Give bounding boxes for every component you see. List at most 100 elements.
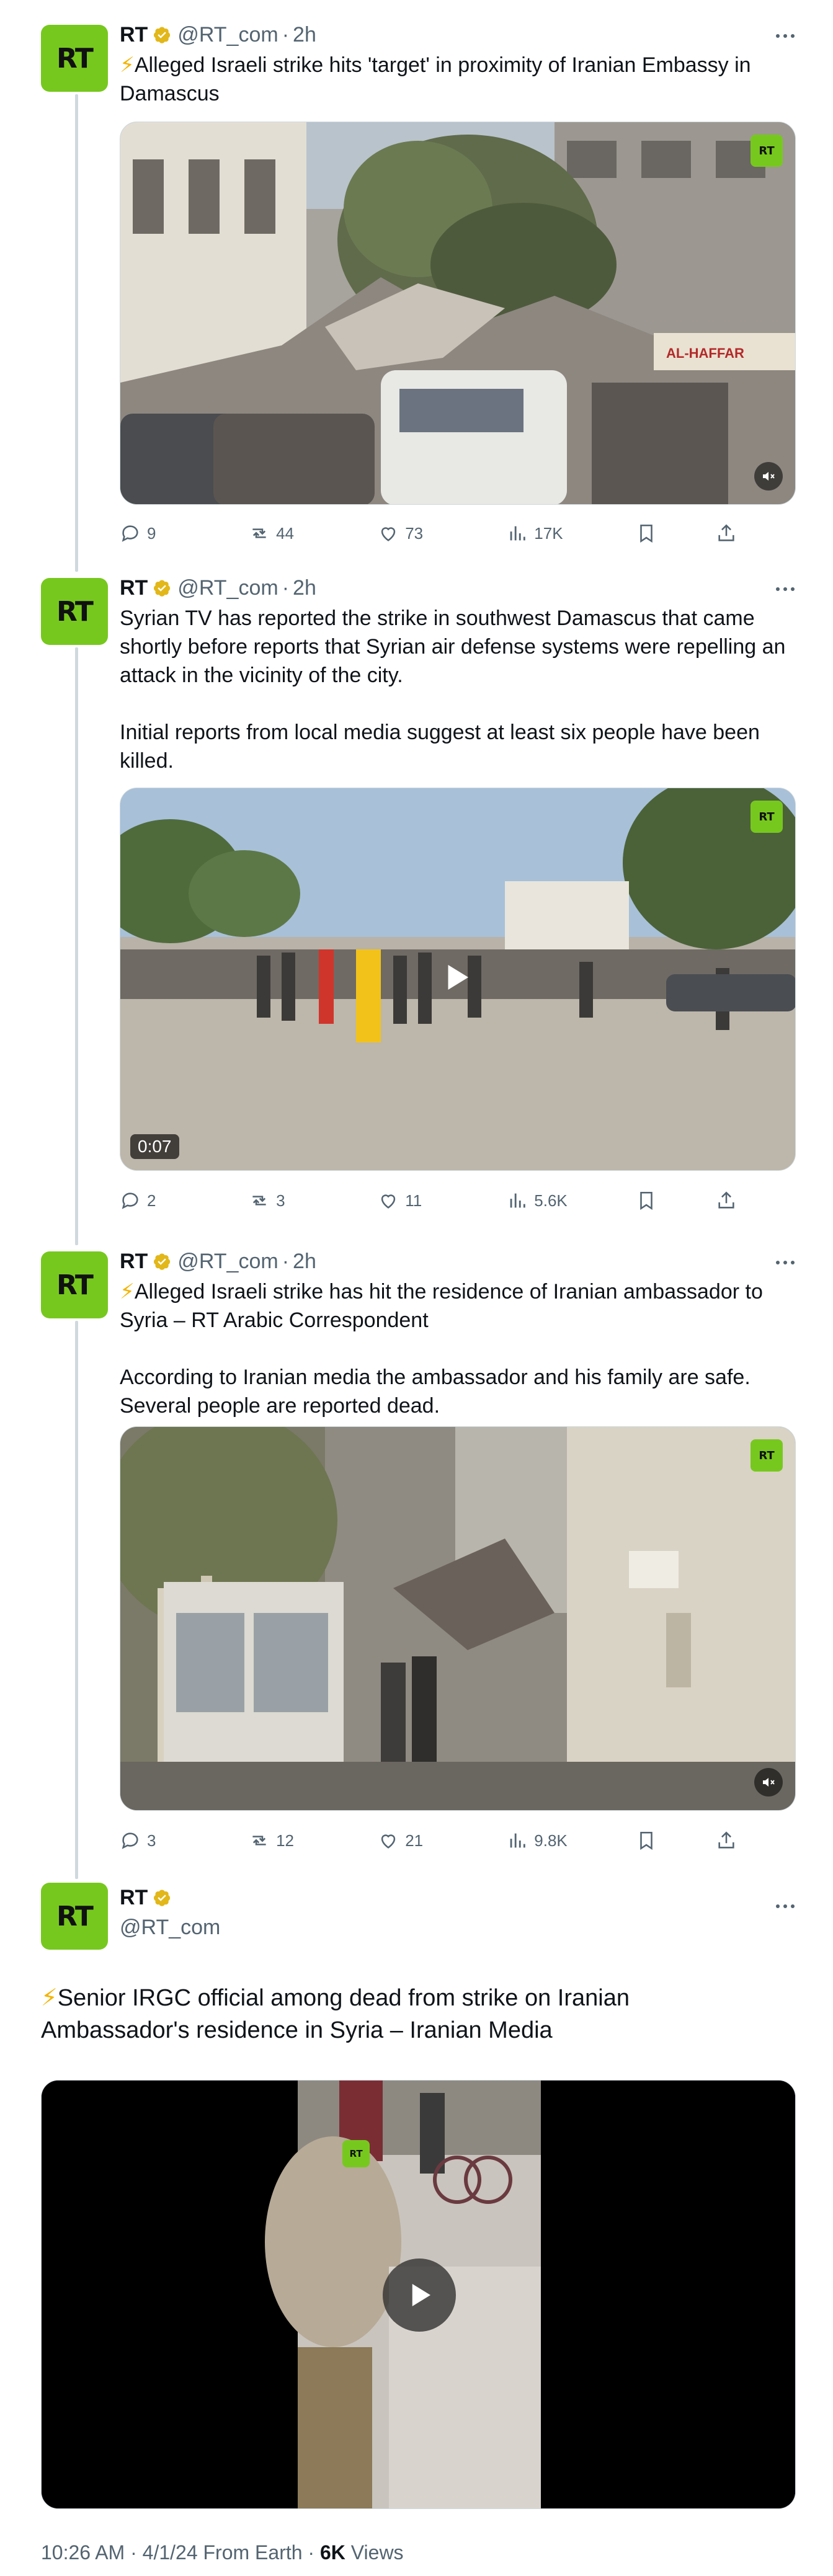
reply-button[interactable]: 9 bbox=[120, 523, 249, 544]
share-button[interactable] bbox=[716, 1830, 796, 1851]
bookmark-icon bbox=[640, 1831, 653, 1850]
like-button[interactable]: 73 bbox=[378, 523, 507, 544]
avatar[interactable]: RT bbox=[41, 1251, 108, 1318]
handle[interactable]: @RT_com bbox=[177, 23, 278, 47]
like-button[interactable]: 11 bbox=[378, 1190, 507, 1211]
rt-logo-icon: RT bbox=[751, 135, 783, 167]
like-count: 21 bbox=[405, 1831, 424, 1850]
view-count: 6K bbox=[319, 2541, 345, 2564]
tweet-image[interactable]: RT bbox=[120, 1426, 796, 1811]
views-label: Views bbox=[345, 2541, 404, 2564]
tweet-video[interactable]: RT bbox=[41, 2080, 796, 2509]
analytics-icon bbox=[510, 1193, 526, 1208]
views-button[interactable]: 5.6K bbox=[507, 1190, 636, 1211]
tweet[interactable]: RT RT @RT_com · 2h ⚡Alleged Israeli stri… bbox=[0, 1245, 833, 1884]
tweet-header: RT bbox=[120, 1883, 171, 1912]
tweet-text: ⚡Senior IRGC official among dead from st… bbox=[41, 1985, 635, 2043]
like-count: 11 bbox=[405, 1191, 422, 1210]
mute-icon[interactable] bbox=[754, 462, 783, 491]
handle[interactable]: @RT_com bbox=[177, 1250, 278, 1274]
tweet-text: ⚡Alleged Israeli strike hits 'target' in… bbox=[120, 53, 757, 105]
rt-logo-icon: RT bbox=[342, 2140, 370, 2167]
verified-badge-icon bbox=[154, 580, 171, 597]
avatar[interactable]: RT bbox=[41, 578, 108, 645]
repost-icon bbox=[252, 528, 266, 538]
analytics-icon bbox=[510, 526, 526, 541]
handle[interactable]: @RT_com bbox=[120, 1916, 220, 1940]
reply-icon bbox=[122, 1193, 138, 1209]
repost-button[interactable]: 44 bbox=[249, 523, 378, 544]
residence-damage-photo bbox=[120, 1427, 795, 1810]
timestamp[interactable]: 2h bbox=[293, 1250, 316, 1274]
rt-logo-icon: RT bbox=[751, 801, 783, 833]
view-count: 5.6K bbox=[534, 1191, 568, 1210]
share-button[interactable] bbox=[716, 523, 796, 544]
more-options-icon[interactable] bbox=[776, 1900, 801, 1912]
mute-icon[interactable] bbox=[754, 1768, 783, 1797]
tweet-actions: 9 44 73 17K bbox=[120, 518, 796, 548]
like-button[interactable]: 21 bbox=[378, 1830, 507, 1851]
display-name[interactable]: RT bbox=[120, 1886, 148, 1910]
tweet-header: RT @RT_com · 2h bbox=[120, 575, 316, 600]
more-options-icon[interactable] bbox=[776, 583, 801, 595]
repost-button[interactable]: 12 bbox=[249, 1830, 378, 1851]
reply-button[interactable]: 3 bbox=[120, 1830, 249, 1851]
strike-aftermath-photo: AL-HAFFAR bbox=[120, 122, 795, 504]
repost-button[interactable]: 3 bbox=[249, 1190, 378, 1211]
timestamp[interactable]: 2h bbox=[293, 23, 316, 47]
verified-badge-icon bbox=[154, 1253, 171, 1270]
reply-icon bbox=[122, 1832, 138, 1849]
display-name[interactable]: RT bbox=[120, 576, 148, 600]
share-icon bbox=[718, 1191, 734, 1209]
views-button[interactable]: 17K bbox=[507, 523, 636, 544]
avatar[interactable]: RT bbox=[41, 1883, 108, 1950]
tweet[interactable]: RT RT @RT_com · 2h Syrian TV has reporte… bbox=[0, 572, 833, 1248]
more-options-icon[interactable] bbox=[776, 1256, 801, 1269]
reply-count: 2 bbox=[147, 1191, 156, 1210]
display-name[interactable]: RT bbox=[120, 23, 148, 47]
bookmark-button[interactable] bbox=[636, 1830, 716, 1851]
tweet[interactable]: RT RT @RT_com · 2h ⚡Alleged Israeli stri… bbox=[0, 19, 833, 552]
tweet-video[interactable]: RT 0:07 bbox=[120, 788, 796, 1171]
bookmark-button[interactable] bbox=[636, 523, 716, 544]
timestamp[interactable]: 2h bbox=[293, 576, 316, 600]
repost-count: 44 bbox=[276, 523, 295, 543]
rt-logo-icon: RT bbox=[751, 1439, 783, 1472]
avatar[interactable]: RT bbox=[41, 25, 108, 92]
tweet-text: ⚡Alleged Israeli strike has hit the resi… bbox=[120, 1280, 763, 1418]
share-icon bbox=[718, 524, 734, 541]
bookmark-icon bbox=[640, 524, 653, 543]
share-button[interactable] bbox=[716, 1190, 796, 1211]
tweet-actions: 3 12 21 9.8K bbox=[120, 1826, 796, 1855]
reply-count: 9 bbox=[147, 523, 156, 543]
more-options-icon[interactable] bbox=[776, 30, 801, 42]
reply-button[interactable]: 2 bbox=[120, 1190, 249, 1211]
tweet-image[interactable]: AL-HAFFAR RT bbox=[120, 122, 796, 505]
play-icon[interactable] bbox=[383, 2258, 456, 2332]
svg-text:AL-HAFFAR: AL-HAFFAR bbox=[666, 345, 744, 361]
handle[interactable]: @RT_com bbox=[177, 576, 278, 600]
like-count: 73 bbox=[405, 523, 424, 543]
reply-count: 3 bbox=[147, 1831, 156, 1850]
video-duration: 0:07 bbox=[130, 1134, 179, 1159]
display-name[interactable]: RT bbox=[120, 1250, 148, 1274]
bookmark-button[interactable] bbox=[636, 1190, 716, 1211]
tweet-actions: 2 3 11 5.6K bbox=[120, 1186, 796, 1215]
tweet-meta: 10:26 AM · 4/1/24 From Earth · 6K Views bbox=[41, 2541, 404, 2564]
repost-count: 12 bbox=[276, 1831, 295, 1850]
tweet-header: RT @RT_com · 2h bbox=[120, 22, 316, 47]
verified-badge-icon bbox=[154, 27, 171, 43]
view-count: 9.8K bbox=[534, 1831, 568, 1850]
repost-count: 3 bbox=[276, 1191, 285, 1210]
main-tweet: RT RT @RT_com ⚡Senior IRGC official amon… bbox=[0, 1879, 833, 2576]
repost-icon bbox=[252, 1836, 266, 1845]
post-timestamp[interactable]: 10:26 AM · 4/1/24 From Earth · bbox=[41, 2541, 320, 2564]
share-icon bbox=[718, 1831, 734, 1849]
bookmark-icon bbox=[640, 1191, 653, 1210]
view-count: 17K bbox=[534, 523, 563, 543]
views-button[interactable]: 9.8K bbox=[507, 1830, 636, 1851]
play-icon[interactable] bbox=[422, 943, 490, 1011]
heart-icon bbox=[381, 1834, 396, 1849]
tweet-text: Syrian TV has reported the strike in sou… bbox=[120, 606, 786, 773]
tweet-header: RT @RT_com · 2h bbox=[120, 1249, 316, 1274]
